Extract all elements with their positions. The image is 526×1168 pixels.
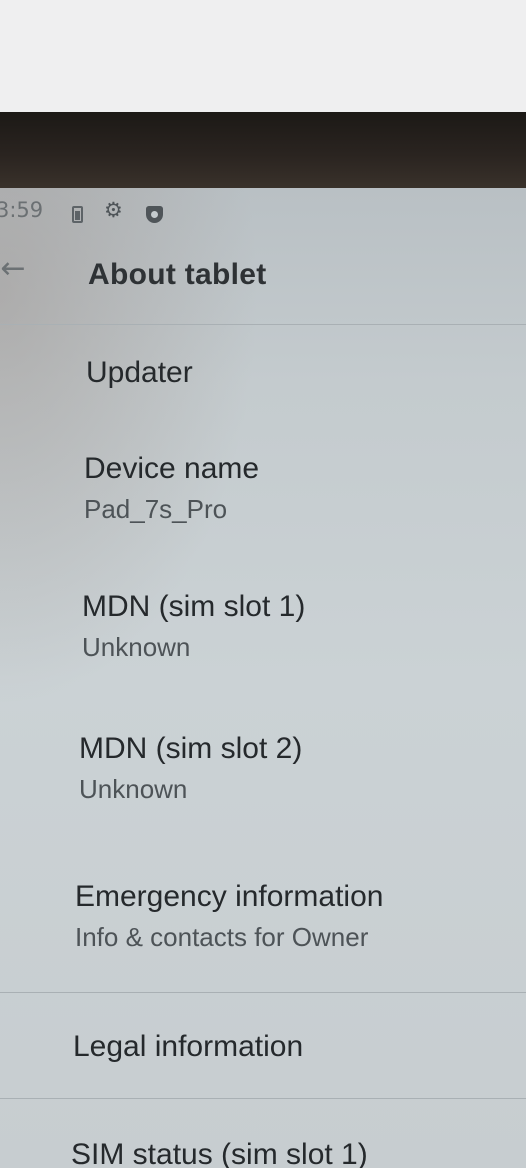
section-divider [0, 1098, 526, 1099]
app-toolbar: ← About tablet [0, 234, 526, 320]
settings-item-mdn-slot-2[interactable]: MDN (sim slot 2) Unknown [79, 732, 302, 805]
item-title: Device name [84, 452, 260, 485]
settings-item-sim-status-slot-1[interactable]: SIM status (sim slot 1) [71, 1138, 368, 1168]
device-bezel [0, 112, 526, 190]
item-title: Emergency information [75, 880, 384, 913]
item-title: MDN (sim slot 2) [79, 732, 303, 765]
gear-icon: ⚙ [104, 198, 123, 222]
section-divider [0, 992, 526, 993]
settings-item-legal-information[interactable]: Legal information [73, 1030, 303, 1064]
item-title: Updater [86, 356, 193, 389]
arrow-left-icon[interactable]: ← [0, 252, 30, 286]
settings-item-updater[interactable]: Updater [86, 356, 193, 390]
settings-item-mdn-slot-1[interactable]: MDN (sim slot 1) Unknown [82, 590, 305, 663]
status-bar: 3:59 ⚙ [0, 194, 526, 230]
page-title: About tablet [88, 258, 267, 291]
desk-background [0, 0, 526, 112]
tablet-screen: 3:59 ⚙ ← About tablet Updater Device nam… [0, 188, 526, 1168]
item-summary: Pad_7s_Pro [84, 494, 228, 524]
status-time: 3:59 [0, 198, 44, 222]
item-title: Legal information [73, 1030, 304, 1063]
shield-icon [146, 206, 163, 223]
toolbar-divider [0, 324, 526, 325]
settings-item-emergency-information[interactable]: Emergency information Info & contacts fo… [75, 880, 383, 953]
item-title: MDN (sim slot 1) [82, 590, 306, 623]
settings-item-device-name[interactable]: Device name Pad_7s_Pro [84, 452, 259, 525]
item-summary: Unknown [79, 774, 188, 804]
item-summary: Unknown [82, 632, 191, 662]
item-title: SIM status (sim slot 1) [71, 1138, 368, 1168]
battery-icon [72, 206, 83, 223]
item-summary: Info & contacts for Owner [75, 922, 369, 952]
